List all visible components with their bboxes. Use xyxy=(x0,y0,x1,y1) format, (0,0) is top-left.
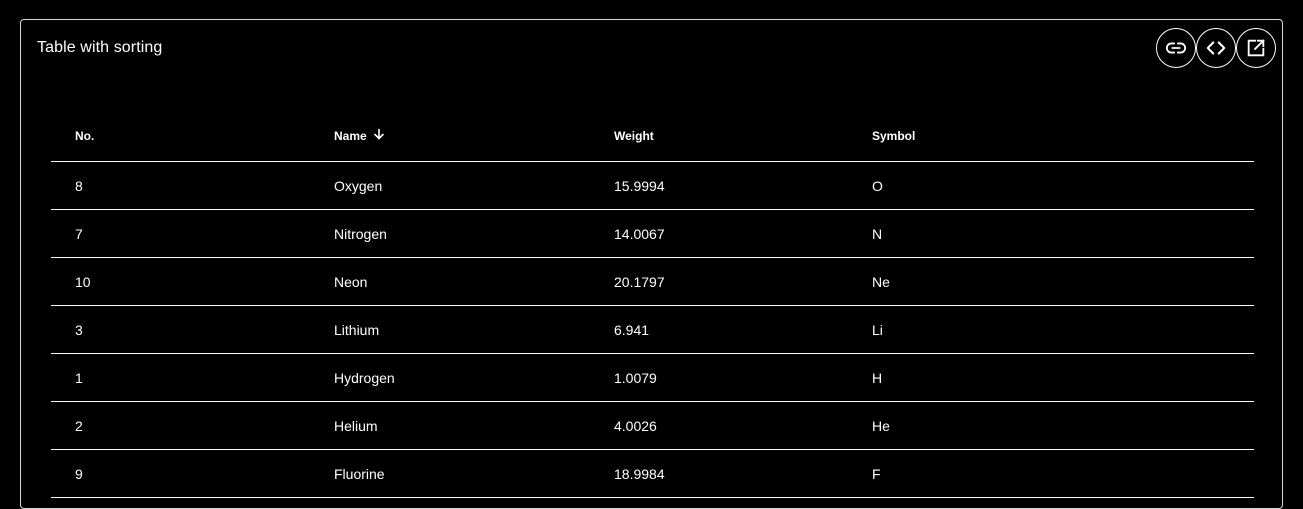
cell-symbol: O xyxy=(848,161,1254,210)
column-header-label: Weight xyxy=(614,128,654,143)
table-row: 8 Oxygen 15.9994 O xyxy=(51,161,1254,210)
cell-no: 2 xyxy=(51,401,310,450)
column-header-label: Symbol xyxy=(872,128,916,143)
open-in-new-button[interactable] xyxy=(1236,28,1276,68)
cell-weight: 4.0026 xyxy=(590,401,848,450)
cell-weight: 6.941 xyxy=(590,305,848,354)
copy-link-button[interactable] xyxy=(1156,28,1196,68)
cell-symbol: N xyxy=(848,209,1254,258)
elements-table: No. Name Weight Symbol 8 Oxygen 15.9994 … xyxy=(51,110,1254,498)
cell-name: Nitrogen xyxy=(310,209,590,258)
open-in-new-icon xyxy=(1245,37,1267,59)
card-title: Table with sorting xyxy=(37,39,163,56)
column-header-no[interactable]: No. xyxy=(51,110,310,162)
cell-no: 9 xyxy=(51,449,310,498)
table-row: 10 Neon 20.1797 Ne xyxy=(51,257,1254,306)
cell-name: Lithium xyxy=(310,305,590,354)
cell-no: 7 xyxy=(51,209,310,258)
column-header-label: Name xyxy=(334,128,367,143)
example-card: Table with sorting No. Name Weight Symbo… xyxy=(20,19,1283,509)
cell-symbol: Ne xyxy=(848,257,1254,306)
column-header-label: No. xyxy=(75,128,95,143)
table-row: 7 Nitrogen 14.0067 N xyxy=(51,209,1254,258)
cell-no: 10 xyxy=(51,257,310,306)
table-row: 1 Hydrogen 1.0079 H xyxy=(51,353,1254,402)
cell-no: 1 xyxy=(51,353,310,402)
cell-symbol: He xyxy=(848,401,1254,450)
cell-name: Fluorine xyxy=(310,449,590,498)
arrow-down-icon xyxy=(373,128,385,143)
link-icon xyxy=(1165,37,1187,59)
cell-weight: 15.9994 xyxy=(590,161,848,210)
table-row: 9 Fluorine 18.9984 F xyxy=(51,449,1254,498)
cell-name: Neon xyxy=(310,257,590,306)
cell-symbol: Li xyxy=(848,305,1254,354)
code-icon xyxy=(1205,37,1227,59)
cell-weight: 18.9984 xyxy=(590,449,848,498)
cell-weight: 1.0079 xyxy=(590,353,848,402)
cell-weight: 20.1797 xyxy=(590,257,848,306)
cell-weight: 14.0067 xyxy=(590,209,848,258)
table-row: 2 Helium 4.0026 He xyxy=(51,401,1254,450)
cell-symbol: F xyxy=(848,449,1254,498)
column-header-symbol[interactable]: Symbol xyxy=(848,110,1254,162)
cell-name: Oxygen xyxy=(310,161,590,210)
view-code-button[interactable] xyxy=(1196,28,1236,68)
cell-symbol: H xyxy=(848,353,1254,402)
column-header-weight[interactable]: Weight xyxy=(590,110,848,162)
cell-name: Helium xyxy=(310,401,590,450)
card-actions xyxy=(1156,28,1276,68)
table-header-row: No. Name Weight Symbol xyxy=(51,110,1254,162)
table-body: 8 Oxygen 15.9994 O 7 Nitrogen 14.0067 N … xyxy=(51,161,1254,498)
cell-no: 3 xyxy=(51,305,310,354)
cell-no: 8 xyxy=(51,161,310,210)
cell-name: Hydrogen xyxy=(310,353,590,402)
table-row: 3 Lithium 6.941 Li xyxy=(51,305,1254,354)
column-header-name[interactable]: Name xyxy=(310,110,590,162)
